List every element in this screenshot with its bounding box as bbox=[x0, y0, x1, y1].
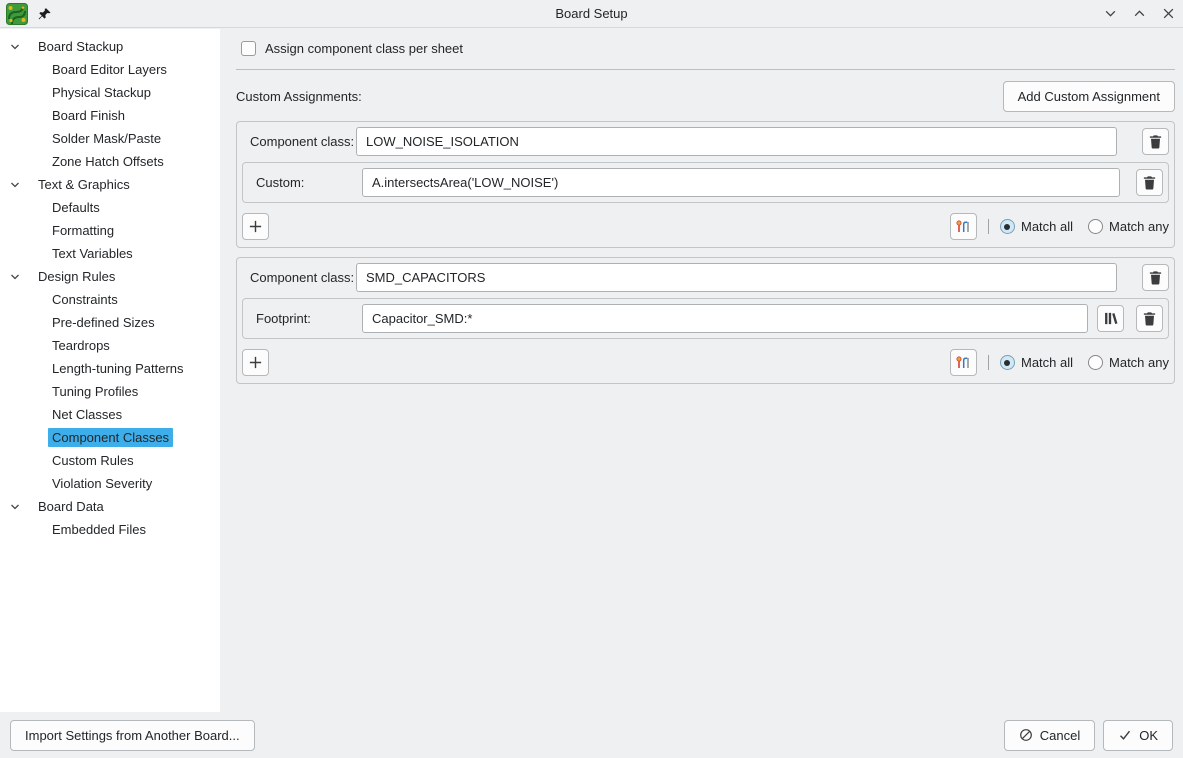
library-icon bbox=[1103, 311, 1118, 326]
tree-item-defaults[interactable]: Defaults bbox=[0, 196, 220, 219]
titlebar: Board Setup bbox=[0, 0, 1183, 28]
tree-item-zone-hatch-offsets[interactable]: Zone Hatch Offsets bbox=[0, 150, 220, 173]
add-custom-assignment-button[interactable]: Add Custom Assignment bbox=[1003, 81, 1175, 112]
tree-item-constraints[interactable]: Constraints bbox=[0, 288, 220, 311]
delete-assignment-button[interactable] bbox=[1142, 264, 1169, 291]
cancel-icon bbox=[1019, 728, 1033, 742]
tree-item-tuning-profiles[interactable]: Tuning Profiles bbox=[0, 380, 220, 403]
tree-item-component-classes[interactable]: Component Classes bbox=[0, 426, 220, 449]
trash-icon bbox=[1142, 311, 1157, 326]
window-maximize-button[interactable] bbox=[1133, 7, 1146, 20]
condition-box: Footprint: bbox=[242, 298, 1169, 339]
radio-unselected-icon bbox=[1088, 219, 1103, 234]
assignment-group: Component class: Custom: bbox=[236, 121, 1175, 248]
match-any-radio[interactable]: Match any bbox=[1088, 219, 1169, 234]
tree-item-custom-rules[interactable]: Custom Rules bbox=[0, 449, 220, 472]
trash-icon bbox=[1148, 270, 1163, 285]
assign-per-sheet-label: Assign component class per sheet bbox=[265, 41, 463, 56]
match-all-radio[interactable]: Match all bbox=[1000, 219, 1073, 234]
delete-assignment-button[interactable] bbox=[1142, 128, 1169, 155]
chevron-down-icon[interactable] bbox=[8, 500, 22, 514]
divider bbox=[988, 219, 989, 234]
highlight-matching-button[interactable] bbox=[950, 213, 977, 240]
component-class-label: Component class: bbox=[242, 134, 356, 149]
condition-type-label: Custom: bbox=[248, 175, 362, 190]
match-highlight-icon bbox=[955, 219, 971, 235]
add-condition-button[interactable] bbox=[242, 213, 269, 240]
tree-item-text-variables[interactable]: Text Variables bbox=[0, 242, 220, 265]
tree-item-solder-mask-paste[interactable]: Solder Mask/Paste bbox=[0, 127, 220, 150]
radio-selected-icon bbox=[1000, 219, 1015, 234]
divider bbox=[236, 69, 1175, 70]
component-class-label: Component class: bbox=[242, 270, 356, 285]
tree-item-embedded-files[interactable]: Embedded Files bbox=[0, 518, 220, 541]
match-any-radio[interactable]: Match any bbox=[1088, 355, 1169, 370]
condition-type-label: Footprint: bbox=[248, 311, 362, 326]
tree-item-pre-defined-sizes[interactable]: Pre-defined Sizes bbox=[0, 311, 220, 334]
tree-item-length-tuning-patterns[interactable]: Length-tuning Patterns bbox=[0, 357, 220, 380]
component-class-input[interactable] bbox=[356, 127, 1117, 156]
assign-per-sheet-checkbox[interactable] bbox=[241, 41, 256, 56]
tree-item-physical-stackup[interactable]: Physical Stackup bbox=[0, 81, 220, 104]
radio-selected-icon bbox=[1000, 355, 1015, 370]
assignment-group: Component class: Footprint: bbox=[236, 257, 1175, 384]
settings-tree: Board Stackup Board Editor Layers Physic… bbox=[0, 29, 220, 712]
cancel-button[interactable]: Cancel bbox=[1004, 720, 1095, 751]
tree-item-net-classes[interactable]: Net Classes bbox=[0, 403, 220, 426]
window-shade-button[interactable] bbox=[1104, 7, 1117, 20]
plus-icon bbox=[248, 219, 263, 234]
ok-check-icon bbox=[1118, 728, 1132, 742]
add-condition-button[interactable] bbox=[242, 349, 269, 376]
divider bbox=[988, 355, 989, 370]
tree-section-board-data[interactable]: Board Data bbox=[0, 495, 220, 518]
chevron-down-icon[interactable] bbox=[8, 40, 22, 54]
pin-icon[interactable] bbox=[38, 7, 52, 21]
trash-icon bbox=[1142, 175, 1157, 190]
condition-value-input[interactable] bbox=[362, 304, 1088, 333]
tree-item-violation-severity[interactable]: Violation Severity bbox=[0, 472, 220, 495]
component-classes-panel: Assign component class per sheet Custom … bbox=[220, 29, 1183, 712]
tree-section-board-stackup[interactable]: Board Stackup bbox=[0, 35, 220, 58]
match-highlight-icon bbox=[955, 355, 971, 371]
delete-condition-button[interactable] bbox=[1136, 169, 1163, 196]
condition-box: Custom: bbox=[242, 162, 1169, 203]
tree-item-teardrops[interactable]: Teardrops bbox=[0, 334, 220, 357]
match-all-radio[interactable]: Match all bbox=[1000, 355, 1073, 370]
tree-section-text-graphics[interactable]: Text & Graphics bbox=[0, 173, 220, 196]
condition-value-input[interactable] bbox=[362, 168, 1120, 197]
browse-footprint-library-button[interactable] bbox=[1097, 305, 1124, 332]
chevron-down-icon[interactable] bbox=[8, 178, 22, 192]
tree-item-board-finish[interactable]: Board Finish bbox=[0, 104, 220, 127]
delete-condition-button[interactable] bbox=[1136, 305, 1163, 332]
component-class-input[interactable] bbox=[356, 263, 1117, 292]
ok-button[interactable]: OK bbox=[1103, 720, 1173, 751]
radio-unselected-icon bbox=[1088, 355, 1103, 370]
tree-section-design-rules[interactable]: Design Rules bbox=[0, 265, 220, 288]
dialog-footer: Import Settings from Another Board... Ca… bbox=[0, 712, 1183, 758]
tree-item-formatting[interactable]: Formatting bbox=[0, 219, 220, 242]
window-close-button[interactable] bbox=[1162, 7, 1175, 20]
import-settings-button[interactable]: Import Settings from Another Board... bbox=[10, 720, 255, 751]
window-title: Board Setup bbox=[0, 6, 1183, 21]
plus-icon bbox=[248, 355, 263, 370]
custom-assignments-label: Custom Assignments: bbox=[236, 89, 362, 104]
highlight-matching-button[interactable] bbox=[950, 349, 977, 376]
trash-icon bbox=[1148, 134, 1163, 149]
chevron-down-icon[interactable] bbox=[8, 270, 22, 284]
tree-item-board-editor-layers[interactable]: Board Editor Layers bbox=[0, 58, 220, 81]
kicad-app-icon bbox=[6, 3, 28, 25]
